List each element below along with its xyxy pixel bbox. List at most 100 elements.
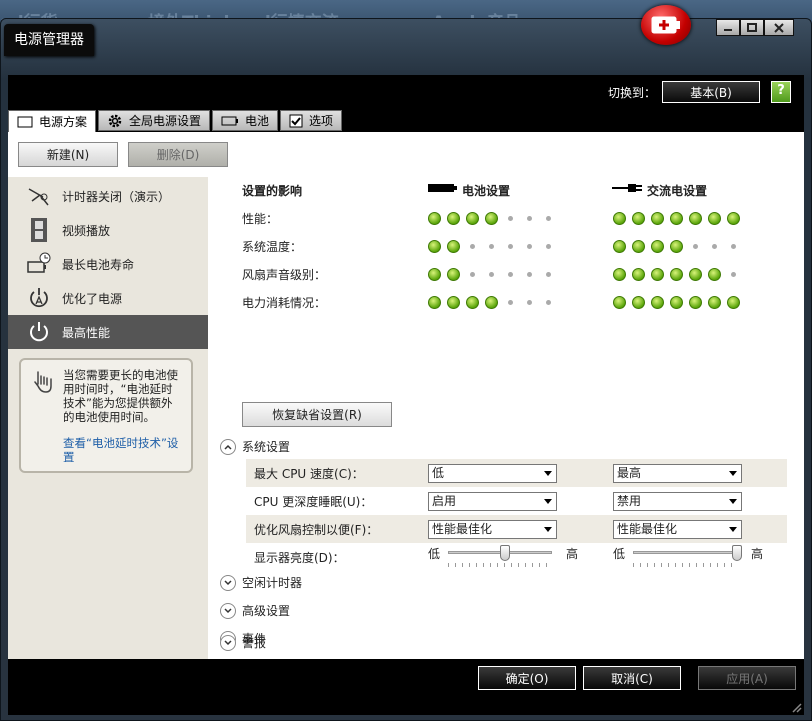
tab-options[interactable]: 选项 <box>280 110 343 131</box>
power-manager-window: 电源管理器 切换到： 基本(B) ? 电源方案 全局电源设置 电池 选项 新建(… <box>0 0 812 721</box>
slider-low-label: 低 <box>613 547 626 561</box>
advanced-settings-expander[interactable]: 高级设置 <box>220 602 290 619</box>
impact-dot-on <box>428 211 441 225</box>
impact-dot-on <box>447 211 460 225</box>
impact-dot-on <box>428 267 441 281</box>
idle-timer-expander[interactable]: 空闲计时器 <box>220 574 302 591</box>
ac-impact-dots <box>613 211 740 225</box>
impact-dot-off <box>693 243 698 249</box>
impact-label: 系统温度： <box>242 240 303 254</box>
select-value: 低 <box>432 465 445 480</box>
battery-fan-control-select[interactable]: 性能最佳化 <box>428 519 557 539</box>
impact-dot-off <box>508 215 513 221</box>
battery-cpu-speed-select[interactable]: 低 <box>428 463 557 483</box>
impact-dot-off <box>489 243 494 249</box>
impact-dot-on <box>689 295 702 309</box>
impact-dot-off <box>712 243 717 249</box>
ac-brightness-slider[interactable]: 低 高 <box>613 545 763 571</box>
impact-dot-on <box>613 239 626 253</box>
hand-pointer-icon <box>31 370 53 397</box>
plan-item-timer-off[interactable]: 计时器关闭（演示） <box>8 179 208 213</box>
battery-brightness-slider[interactable]: 低 高 <box>428 545 578 571</box>
battery-stretch-tip: 当您需要更长的电池使用时间时，“电池延时技术”能为您提供额外的电池使用时间。 查… <box>19 358 193 473</box>
dropdown-arrow-icon <box>544 498 552 504</box>
plan-item-optimized[interactable]: 优化了电源 <box>8 281 208 315</box>
chevron-up-icon <box>220 438 236 455</box>
alarms-expander[interactable]: 警报 <box>220 634 266 651</box>
slider-thumb[interactable] <box>732 545 742 561</box>
setting-label: CPU 更深度睡眠(U)： <box>254 494 373 509</box>
tab-global-settings[interactable]: 全局电源设置 <box>98 110 211 131</box>
impact-dot-on <box>428 239 441 253</box>
ac-settings-header: 交流电设置 <box>647 184 708 198</box>
impact-dot-off <box>489 271 494 277</box>
ac-impact-dots <box>613 267 740 281</box>
impact-dot-off <box>470 271 475 277</box>
maximize-button[interactable] <box>740 19 764 36</box>
content-area: 新建(N) 删除(D) 计时器关闭（演示） 视频播放 最长电池寿命 优化了电源 <box>8 132 804 659</box>
tab-label: 电池 <box>245 114 270 128</box>
ac-fan-control-select[interactable]: 性能最佳化 <box>613 519 742 539</box>
plan-label: 最长电池寿命 <box>62 257 135 272</box>
apply-button[interactable]: 应用(A) <box>698 666 796 690</box>
impact-dot-off <box>527 215 532 221</box>
system-settings-expander[interactable]: 系统设置 <box>220 438 290 455</box>
dialog-footer: 确定(O) 取消(C) 应用(A) <box>8 659 804 715</box>
section-title: 空闲计时器 <box>242 576 303 590</box>
impact-label: 电力消耗情况： <box>242 296 327 310</box>
slider-ticks <box>633 563 737 567</box>
ok-button[interactable]: 确定(O) <box>478 666 576 690</box>
film-icon <box>26 217 52 243</box>
impact-dot-off <box>546 271 551 277</box>
impact-dot-on <box>613 295 626 309</box>
impact-dot-on <box>466 295 479 309</box>
slider-thumb[interactable] <box>500 545 511 561</box>
impact-dot-off <box>470 243 475 249</box>
impact-heading: 设置的影响 <box>242 184 303 198</box>
setting-row-fan-control: 优化风扇控制以便(F)： 性能最佳化 性能最佳化 <box>246 515 787 543</box>
setting-row-deeper-sleep: CPU 更深度睡眠(U)： 启用 禁用 <box>246 487 787 515</box>
ac-impact-dots <box>613 239 740 253</box>
tab-label: 电源方案 <box>39 115 88 129</box>
plan-list: 计时器关闭（演示） 视频播放 最长电池寿命 优化了电源 最高性能 当您需要更长的… <box>8 177 208 659</box>
battery-stretch-link[interactable]: 查看“电池延时技术”设置 <box>63 436 183 464</box>
select-value: 性能最佳化 <box>617 521 678 536</box>
battery-deeper-sleep-select[interactable]: 启用 <box>428 491 557 511</box>
close-button[interactable] <box>764 19 794 36</box>
restore-defaults-button[interactable]: 恢复缺省设置(R) <box>242 402 392 427</box>
battery-impact-dots <box>428 295 555 309</box>
impact-dot-on <box>651 295 664 309</box>
impact-dot-on <box>670 239 683 253</box>
impact-label: 性能： <box>242 212 279 226</box>
ac-deeper-sleep-select[interactable]: 禁用 <box>613 491 742 511</box>
switch-basic-button[interactable]: 基本(B) <box>662 81 760 103</box>
slider-low-label: 低 <box>428 547 441 561</box>
projector-icon <box>26 183 52 209</box>
window-title: 电源管理器 <box>4 24 94 56</box>
impact-dot-on <box>651 211 664 225</box>
ac-cpu-speed-select[interactable]: 最高 <box>613 463 742 483</box>
plan-item-max-performance[interactable]: 最高性能 <box>8 315 208 349</box>
impact-dot-off <box>527 299 532 305</box>
tab-battery[interactable]: 电池 <box>212 110 279 131</box>
resize-grip-icon[interactable] <box>790 701 802 713</box>
plan-item-video[interactable]: 视频播放 <box>8 213 208 247</box>
select-value: 禁用 <box>617 493 642 508</box>
battery-settings-header: 电池设置 <box>462 184 511 198</box>
battery-clock-icon <box>26 251 52 277</box>
plan-item-max-battery[interactable]: 最长电池寿命 <box>8 247 208 281</box>
impact-dot-on <box>708 295 721 309</box>
minimize-button[interactable] <box>716 19 740 36</box>
cancel-button[interactable]: 取消(C) <box>583 666 681 690</box>
impact-dot-on <box>428 295 441 309</box>
section-title: 高级设置 <box>242 604 291 618</box>
setting-row-brightness: 显示器亮度(D)： 低 高 低 高 <box>246 543 787 571</box>
help-button[interactable]: ? <box>771 81 791 103</box>
impact-dot-on <box>689 267 702 281</box>
plan-label: 优化了电源 <box>62 291 123 306</box>
delete-plan-button[interactable]: 删除(D) <box>128 142 228 167</box>
power-icon <box>26 319 52 345</box>
new-plan-button[interactable]: 新建(N) <box>18 142 118 167</box>
main-panel: 切换到： 基本(B) ? 电源方案 全局电源设置 电池 选项 新建(N) 删除(… <box>8 75 804 715</box>
tab-power-plans[interactable]: 电源方案 <box>8 110 97 132</box>
